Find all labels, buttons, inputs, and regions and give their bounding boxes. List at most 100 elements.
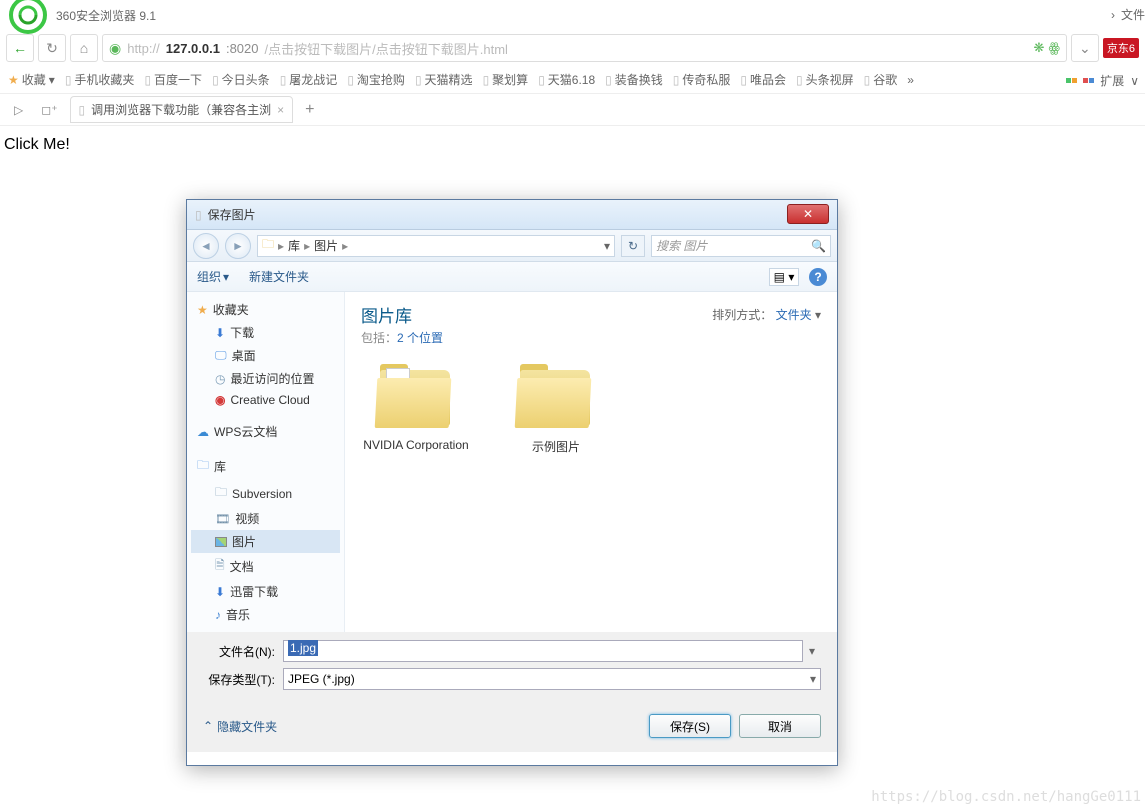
reload-button[interactable]: ↻ bbox=[38, 34, 66, 62]
new-tab-button[interactable]: + bbox=[299, 101, 320, 119]
page-icon: ▯ bbox=[144, 73, 151, 87]
tree-favorites[interactable]: ★收藏夹 bbox=[191, 298, 340, 321]
bookmark-item[interactable]: ▯聚划算 bbox=[483, 71, 529, 88]
bookmark-item[interactable]: ▯天猫精选 bbox=[415, 71, 473, 88]
extensions-label[interactable]: 扩展 bbox=[1100, 72, 1124, 89]
chevron-down-icon[interactable]: ▾ bbox=[604, 239, 610, 253]
bookmark-item[interactable]: ▯屠龙战记 bbox=[280, 71, 338, 88]
folder-label: 示例图片 bbox=[501, 438, 611, 455]
url-input[interactable]: ◉ http://127.0.0.1:8020/点击按钮下载图片/点击按钮下载图… bbox=[102, 34, 1067, 62]
locations-link[interactable]: 2 个位置 bbox=[397, 331, 443, 345]
close-icon[interactable]: × bbox=[277, 103, 284, 117]
play-button[interactable]: ▷ bbox=[8, 103, 29, 117]
tree-video[interactable]: 🎞 视频 bbox=[191, 507, 340, 530]
chevron-right-icon: ▸ bbox=[342, 239, 348, 253]
bookmark-item[interactable]: ▯手机收藏夹 bbox=[65, 71, 135, 88]
save-button[interactable]: 保存(S) bbox=[649, 714, 731, 738]
close-button[interactable]: ✕ bbox=[787, 204, 829, 224]
click-me-link[interactable]: Click Me! bbox=[4, 136, 70, 153]
organize-button[interactable]: 组织 ▾ bbox=[197, 268, 229, 285]
back-button[interactable]: ← bbox=[6, 34, 34, 62]
bookmark-item[interactable]: ▯装备换钱 bbox=[605, 71, 663, 88]
bookmark-label: 手机收藏夹 bbox=[74, 71, 134, 88]
bookmark-item[interactable]: ▯头条视屏 bbox=[796, 71, 854, 88]
tree-label: 桌面 bbox=[232, 347, 256, 364]
nav-tree: ★收藏夹 ⬇下载 🖵 桌面 ◷最近访问的位置 ◉Creative Cloud ☁W… bbox=[187, 292, 345, 632]
bookmark-item[interactable]: ▯天猫6.18 bbox=[538, 71, 595, 88]
tab-bar: ▷ ◻⁺ ▯ 调用浏览器下载功能（兼容各主浏 × + bbox=[0, 94, 1145, 126]
view-button[interactable]: ▤ ▾ bbox=[769, 268, 799, 286]
refresh-button[interactable]: ↻ bbox=[621, 235, 645, 257]
tree-subversion[interactable]: 🗀Subversion bbox=[191, 480, 340, 507]
chevron-down-icon[interactable]: ∨ bbox=[1130, 74, 1139, 88]
swirl-icon[interactable]: ꙮ bbox=[1048, 40, 1059, 56]
bookmark-item[interactable]: ▯淘宝抢购 bbox=[347, 71, 405, 88]
bookmark-item[interactable]: ▯传奇私服 bbox=[673, 71, 731, 88]
tree-documents[interactable]: 🗎文档 bbox=[191, 553, 340, 580]
chevron-down-icon[interactable]: ▾ bbox=[803, 644, 821, 658]
nav-back-button[interactable]: ◄ bbox=[193, 233, 219, 259]
tree-pictures[interactable]: 图片 bbox=[191, 530, 340, 553]
bookmark-item[interactable]: ▯百度一下 bbox=[144, 71, 202, 88]
url-port: :8020 bbox=[226, 41, 259, 56]
filename-input[interactable]: 1.jpg bbox=[283, 640, 803, 662]
jd-badge[interactable]: 京东6 bbox=[1103, 38, 1139, 58]
breadcrumb-lib[interactable]: 库 bbox=[288, 237, 300, 254]
dropdown-button[interactable]: ⌄ bbox=[1071, 34, 1099, 62]
bookmark-item[interactable]: ▯谷歌 bbox=[864, 71, 898, 88]
download-icon: ⬇ bbox=[215, 326, 225, 340]
music-icon: ♪ bbox=[215, 608, 221, 622]
cancel-button[interactable]: 取消 bbox=[739, 714, 821, 738]
hide-folders-button[interactable]: ⌃ 隐藏文件夹 bbox=[203, 718, 277, 735]
content-pane: 图片库 排列方式： 文件夹 ▾ 包括：2 个位置 NVIDIA Corporat… bbox=[345, 292, 837, 632]
home-button[interactable]: ⌂ bbox=[70, 34, 98, 62]
search-input[interactable]: 搜索 图片 🔍 bbox=[651, 235, 831, 257]
chevron-right-icon[interactable]: › bbox=[1111, 8, 1115, 22]
tree-label: Creative Cloud bbox=[230, 393, 309, 407]
extensions-icon bbox=[1083, 78, 1094, 83]
filetype-value: JPEG (*.jpg) bbox=[288, 672, 355, 686]
breadcrumb-pics[interactable]: 图片 bbox=[314, 237, 338, 254]
sort-control[interactable]: 排列方式： 文件夹 ▾ bbox=[712, 306, 821, 323]
favorites-button[interactable]: ★收藏 ▾ bbox=[8, 71, 55, 88]
chevron-down-icon: ▾ bbox=[49, 73, 55, 87]
page-icon: ▯ bbox=[796, 73, 803, 87]
page-icon: ▯ bbox=[79, 103, 86, 117]
tree-xunlei[interactable]: ⬇迅雷下载 bbox=[191, 580, 340, 603]
sort-value: 文件夹 bbox=[776, 308, 812, 322]
browser-titlebar: 360安全浏览器 9.1 › 文件 bbox=[0, 0, 1145, 30]
tree-desktop[interactable]: 🖵 桌面 bbox=[191, 344, 340, 367]
file-menu[interactable]: 文件 bbox=[1121, 6, 1145, 23]
filetype-combo[interactable]: JPEG (*.jpg) ▾ bbox=[283, 668, 821, 690]
page-icon: ▯ bbox=[280, 73, 287, 87]
video-icon: 🎞 bbox=[215, 512, 230, 526]
tree-creative-cloud[interactable]: ◉Creative Cloud bbox=[191, 390, 340, 410]
desktop-icon: 🖵 bbox=[215, 348, 227, 363]
folder-item[interactable]: NVIDIA Corporation bbox=[361, 362, 471, 455]
folder-item[interactable]: 示例图片 bbox=[501, 362, 611, 455]
tree-label: WPS云文档 bbox=[214, 423, 277, 440]
bookmark-label: 装备换钱 bbox=[615, 71, 663, 88]
tree-wps[interactable]: ☁WPS云文档 bbox=[191, 420, 340, 443]
tree-recent[interactable]: ◷最近访问的位置 bbox=[191, 367, 340, 390]
bookmark-right: 扩展 ∨ bbox=[1066, 72, 1139, 89]
bookmark-more[interactable]: » bbox=[907, 73, 914, 87]
tree-library[interactable]: 🗀库 bbox=[191, 453, 340, 480]
help-icon[interactable]: ? bbox=[809, 268, 827, 286]
dialog-fields: 文件名(N): 1.jpg ▾ 保存类型(T): JPEG (*.jpg) ▾ bbox=[187, 632, 837, 704]
stop-button[interactable]: ◻⁺ bbox=[35, 103, 63, 117]
organize-label: 组织 bbox=[197, 268, 221, 285]
bookmark-label: 传奇私服 bbox=[682, 71, 730, 88]
leaf-icon[interactable]: ❋ bbox=[1034, 40, 1045, 56]
tab-active[interactable]: ▯ 调用浏览器下载功能（兼容各主浏 × bbox=[70, 96, 294, 123]
tree-label: 视频 bbox=[235, 510, 259, 527]
tree-downloads[interactable]: ⬇下载 bbox=[191, 321, 340, 344]
breadcrumb[interactable]: 🗀 ▸ 库 ▸ 图片 ▸ ▾ bbox=[257, 235, 615, 257]
bookmark-item[interactable]: ▯今日头条 bbox=[212, 71, 270, 88]
star-icon: ★ bbox=[197, 303, 208, 317]
new-folder-button[interactable]: 新建文件夹 bbox=[249, 268, 309, 285]
nav-forward-button[interactable]: ► bbox=[225, 233, 251, 259]
bookmark-item[interactable]: ▯唯品会 bbox=[740, 71, 786, 88]
tree-label: 图片 bbox=[232, 533, 256, 550]
tree-music[interactable]: ♪音乐 bbox=[191, 603, 340, 626]
